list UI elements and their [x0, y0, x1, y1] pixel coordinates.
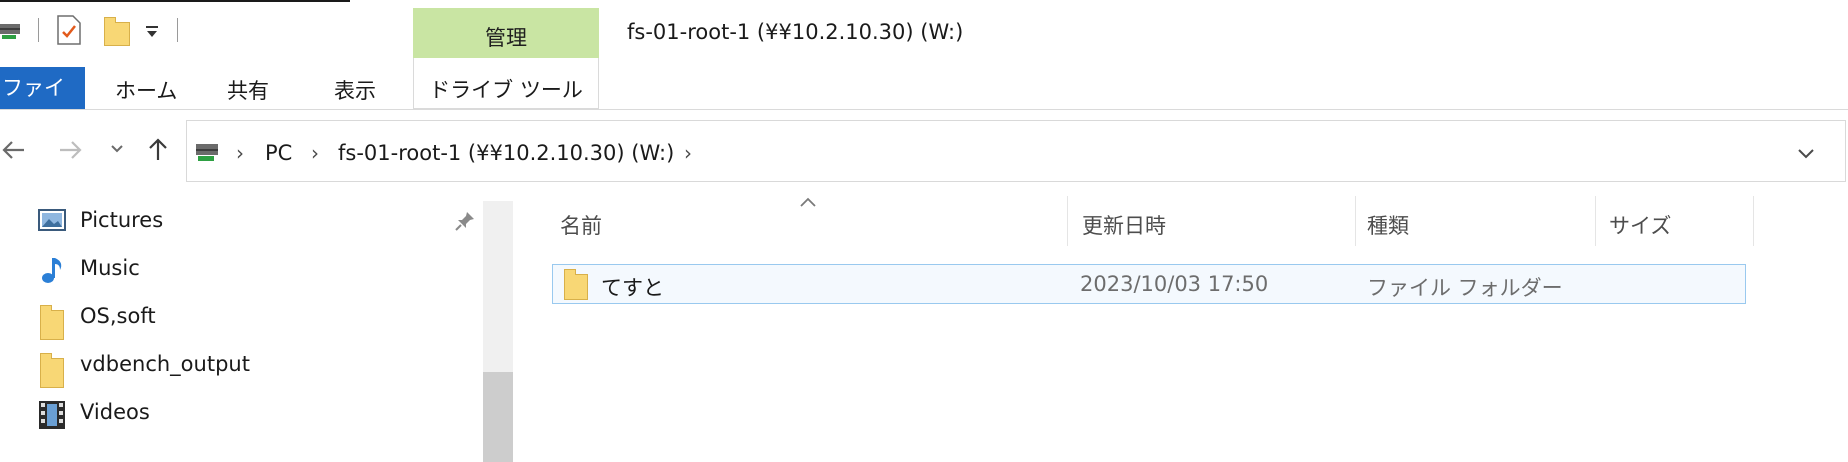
properties-icon[interactable]: [57, 15, 81, 45]
address-history-chevron-down-icon[interactable]: [1797, 148, 1815, 160]
breadcrumb-chevron-icon[interactable]: ›: [684, 141, 692, 165]
nav-item-os-soft[interactable]: OS,soft: [38, 296, 478, 340]
nav-item-label: Pictures: [80, 208, 164, 232]
drive-icon: [0, 20, 22, 42]
row-modified: 2023/10/03 17:50: [1080, 272, 1269, 296]
folder-icon: [38, 304, 66, 340]
nav-item-videos[interactable]: Videos: [38, 392, 478, 436]
nav-item-label: OS,soft: [80, 304, 156, 328]
nav-scrollbar-thumb[interactable]: [483, 372, 513, 462]
nav-item-vdbench-output[interactable]: vdbench_output: [38, 344, 478, 388]
recent-locations-chevron-down-icon[interactable]: [110, 143, 124, 155]
window-title: fs-01-root-1 (¥¥10.2.10.30) (W:): [627, 20, 964, 44]
column-header-modified[interactable]: 更新日時: [1082, 210, 1166, 240]
nav-item-music[interactable]: Music: [38, 248, 478, 292]
music-icon: [38, 256, 66, 283]
qat-customize-icon[interactable]: [144, 24, 160, 40]
pictures-icon: [38, 208, 66, 234]
row-type: ファイル フォルダー: [1367, 276, 1563, 300]
tab-home[interactable]: ホーム: [115, 75, 177, 105]
forward-arrow-icon[interactable]: [58, 138, 84, 162]
column-header-type[interactable]: 種類: [1367, 210, 1409, 240]
qat-separator: [38, 18, 39, 42]
column-header-size[interactable]: サイズ: [1609, 210, 1671, 240]
tab-share[interactable]: 共有: [227, 75, 269, 105]
ribbon-divider: [0, 109, 1848, 110]
pin-icon[interactable]: [454, 210, 476, 232]
tab-drive-tools[interactable]: ドライブ ツール: [413, 74, 599, 104]
nav-item-label: Videos: [80, 400, 150, 424]
column-separator[interactable]: [1595, 196, 1596, 246]
context-group-label: 管理: [485, 26, 527, 50]
nav-item-label: Music: [80, 256, 140, 280]
column-separator[interactable]: [1355, 196, 1356, 246]
column-separator[interactable]: [1753, 196, 1754, 246]
sort-ascending-chevron-icon: [798, 196, 818, 208]
row-name[interactable]: てすと: [601, 272, 664, 302]
back-arrow-icon[interactable]: [0, 138, 26, 162]
qat-separator: [177, 18, 178, 42]
breadcrumb-drive[interactable]: fs-01-root-1 (¥¥10.2.10.30) (W:): [338, 141, 674, 165]
title-bar-edge: [0, 0, 350, 2]
nav-item-label: vdbench_output: [80, 352, 250, 376]
videos-icon: [38, 400, 66, 429]
tab-file[interactable]: ファイル: [0, 67, 85, 142]
up-arrow-icon[interactable]: [146, 136, 170, 162]
breadcrumb-pc[interactable]: PC: [265, 141, 292, 165]
folder-icon: [38, 352, 66, 388]
breadcrumb-chevron-icon[interactable]: ›: [236, 141, 244, 165]
column-header-name[interactable]: 名前: [560, 210, 602, 240]
nav-item-pictures[interactable]: Pictures: [38, 200, 478, 244]
address-drive-icon: [196, 141, 220, 165]
tab-view[interactable]: 表示: [334, 75, 376, 105]
column-separator[interactable]: [1067, 196, 1068, 246]
breadcrumb-chevron-icon[interactable]: ›: [311, 141, 319, 165]
